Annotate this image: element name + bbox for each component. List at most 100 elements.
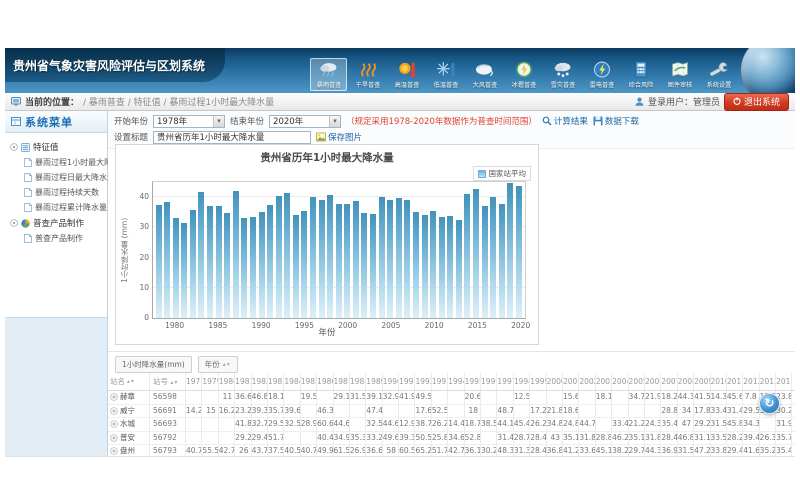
column-header-year[interactable]: 2006 [645, 373, 661, 390]
column-header-year[interactable]: 1982 [252, 373, 268, 390]
tree-group-label: 普查产品制作 [33, 217, 84, 229]
expand-row-icon[interactable] [110, 393, 118, 401]
banner-nav: 暴雨普查干旱普查高温普查低温普查大风普查冰雹普查雪灾普查雷电普查综合风险图件审核… [310, 58, 737, 91]
column-header-year[interactable]: 2014 [776, 373, 792, 390]
expand-row-icon[interactable] [110, 434, 118, 442]
column-header-year[interactable]: 1990 [383, 373, 399, 390]
end-year-select[interactable]: 2020年 ▾ [269, 115, 341, 128]
start-year-select[interactable]: 1978年 ▾ [153, 115, 225, 128]
value-cell [202, 391, 218, 404]
save-image-button[interactable]: 保存图片 [316, 131, 362, 143]
column-header-year[interactable]: 1987 [334, 373, 350, 390]
column-header-year[interactable]: 1992 [415, 373, 431, 390]
column-header-year[interactable]: 1981 [235, 373, 251, 390]
column-header-year[interactable]: 1985 [301, 373, 317, 390]
value-cell: 41.2 [563, 445, 579, 456]
nav-item-label: 干旱普查 [355, 79, 380, 89]
expand-row-icon[interactable] [110, 407, 118, 415]
column-header-year[interactable]: 1980 [219, 373, 235, 390]
column-header-year[interactable]: 2012 [743, 373, 759, 390]
column-header-year[interactable]: 2004 [612, 373, 628, 390]
column-header-year[interactable]: 1995 [465, 373, 481, 390]
chart-title-input[interactable] [153, 131, 311, 144]
column-header-year[interactable]: 2001 [563, 373, 579, 390]
column-header-year[interactable]: 1978 [186, 373, 202, 390]
nav-item-drought[interactable]: 干旱普查 [349, 58, 386, 91]
column-header-year[interactable]: 2005 [629, 373, 645, 390]
column-header-year[interactable]: 1989 [366, 373, 382, 390]
column-header-year[interactable]: 1997 [497, 373, 513, 390]
tree-item-0-0[interactable]: 暴雨过程1小时最大降水量 [8, 155, 104, 170]
column-header-year[interactable]: 1983 [268, 373, 284, 390]
value-cell [530, 391, 546, 404]
value-field-chip[interactable]: 1小时降水量(mm) [115, 356, 192, 373]
nav-item-rainstorm[interactable]: 暴雨普查 [310, 58, 347, 91]
logout-button[interactable]: 退出系统 [724, 93, 789, 111]
column-header-year[interactable]: 2008 [678, 373, 694, 390]
tree-item-1-0[interactable]: 普查产品制作 [8, 231, 104, 246]
chevron-down-icon[interactable]: ▾ [329, 116, 340, 127]
download-button[interactable]: 数据下载 [593, 115, 639, 127]
column-header-year[interactable]: 2010 [711, 373, 727, 390]
column-header-year[interactable]: 1986 [317, 373, 333, 390]
column-header-station-id[interactable]: 站号 ▴▾ [150, 373, 186, 390]
bar-1980 [173, 218, 179, 318]
tree-toggle-icon[interactable] [10, 219, 18, 227]
column-header-year[interactable]: 2013 [760, 373, 776, 390]
refresh-float-button[interactable]: ↻ [759, 393, 780, 414]
tree-item-0-1[interactable]: 暴雨过程日最大降水量 [8, 170, 104, 185]
x-axis-label: 年份 [116, 326, 538, 338]
tree-toggle-icon[interactable] [10, 143, 18, 151]
nav-item-hightemp[interactable]: 高温普查 [388, 58, 425, 91]
column-header-year[interactable]: 1999 [530, 373, 546, 390]
value-cell [202, 418, 218, 431]
calculate-button[interactable]: 计算结果 [542, 115, 588, 127]
sort-arrows-icon[interactable]: ▴▾ [223, 361, 231, 368]
column-header-year[interactable]: 1984 [284, 373, 300, 390]
sort-arrows-icon[interactable]: ▴▾ [127, 373, 135, 390]
column-header-year[interactable]: 2009 [694, 373, 710, 390]
column-header-year[interactable]: 1994 [448, 373, 464, 390]
value-cell: 38.7 [415, 418, 431, 431]
column-header-station[interactable]: 站名▴▾ [108, 373, 150, 390]
bar-1990 [259, 212, 265, 318]
bar-1989 [250, 217, 256, 318]
value-cell: 40.4 [317, 432, 333, 445]
lightning-icon [591, 61, 613, 78]
expand-row-icon[interactable] [110, 420, 118, 428]
column-header-year[interactable]: 1998 [514, 373, 530, 390]
chevron-down-icon[interactable]: ▾ [213, 116, 224, 127]
column-header-year[interactable]: 1993 [432, 373, 448, 390]
tree-item-0-2[interactable]: 暴雨过程持续天数 [8, 185, 104, 200]
tree-group-1[interactable]: 普查产品制作 [8, 215, 104, 231]
bar-2000 [344, 204, 350, 318]
column-header-year[interactable]: 1991 [399, 373, 415, 390]
column-header-year[interactable]: 1996 [481, 373, 497, 390]
tree-item-0-3[interactable]: 暴雨过程累计降水量 [8, 200, 104, 215]
nav-item-composite[interactable]: 综合风险 [622, 58, 659, 91]
column-header-year[interactable]: 2011 [727, 373, 743, 390]
column-header-year[interactable]: 2007 [661, 373, 677, 390]
tree-group-0[interactable]: 特征值 [8, 139, 104, 155]
nav-item-snow[interactable]: 雪灾普查 [544, 58, 581, 91]
expand-row-icon[interactable] [110, 447, 118, 455]
bar-2003 [370, 214, 376, 318]
nav-item-lowtemp[interactable]: 低温普查 [427, 58, 464, 91]
value-cell: 24.3 [645, 418, 661, 431]
sort-arrows-icon[interactable]: ▴▾ [170, 379, 178, 386]
column-header-year[interactable]: 1988 [350, 373, 366, 390]
column-header-year[interactable]: 2003 [596, 373, 612, 390]
station-name: 水城 [120, 418, 135, 431]
nav-item-mapreview[interactable]: 图件审核 [661, 58, 698, 91]
value-cell [219, 432, 235, 445]
bar-1982 [190, 210, 196, 318]
column-header-year[interactable]: 1979 [202, 373, 218, 390]
nav-item-gale[interactable]: 大风普查 [466, 58, 503, 91]
nav-item-settings[interactable]: 系统设置 [700, 58, 737, 91]
column-header-year[interactable]: 2002 [579, 373, 595, 390]
column-header-year[interactable]: 2000 [547, 373, 563, 390]
nav-item-lightning[interactable]: 雷电普查 [583, 58, 620, 91]
year-field-chip[interactable]: 年份 ▴▾ [198, 356, 238, 373]
value-cell: 19.5 [301, 391, 317, 404]
nav-item-hail[interactable]: 冰雹普查 [505, 58, 542, 91]
